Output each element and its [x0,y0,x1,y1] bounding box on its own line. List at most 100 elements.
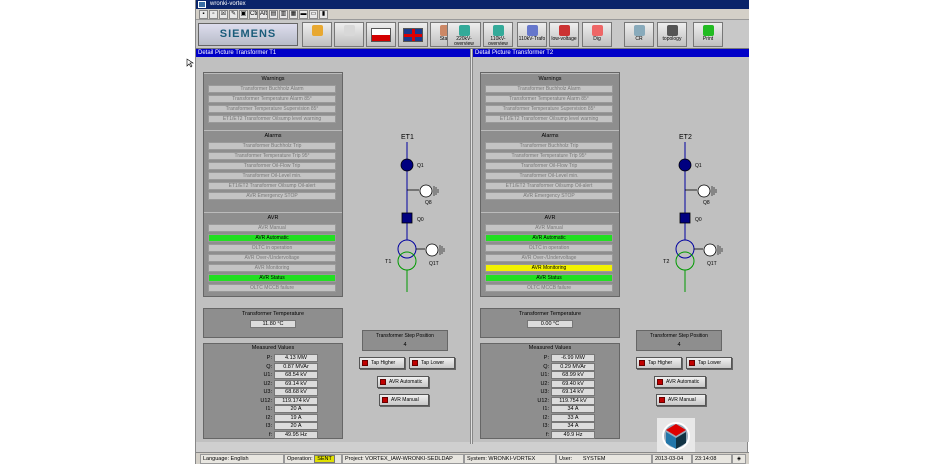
section-title-alarms: Alarms [264,133,282,139]
quick-tool-4[interactable]: ▣ [239,10,248,19]
alarms-indicator: Transformer Oil-Flow Trip [485,162,613,170]
section-separator [204,212,342,213]
toolbar-button-print-12[interactable]: Print [693,22,723,47]
toolbar-button-cr-10[interactable]: CR [624,22,654,47]
section-title-avr: AVR [267,215,279,221]
measured-label: U2: [540,380,549,387]
q1-label: Q1 [695,163,702,169]
earth-switch-q8-icon[interactable] [419,184,433,198]
toolbar-button-transformer-7[interactable]: 110kV-Trafo [517,22,547,47]
breaker-q1-icon[interactable] [678,158,692,172]
temperature-title: Transformer Temperature [241,311,305,317]
measured-value: 0.87 MVAr [274,362,318,371]
toolbar-button-topology-11[interactable]: topology [657,22,687,47]
avr-automatic-button[interactable]: AVR Automatic [654,376,706,388]
quick-tool-10[interactable]: ▬ [299,10,308,19]
alarms-indicator: Transformer Temperature Trip 95° [485,152,613,160]
measured-label: Q: [543,363,549,370]
toolbar-button-flag-uk-3[interactable] [398,22,428,47]
tap-lower-icon [689,360,695,366]
toolbar-label: 220kV-overview [454,36,474,47]
measured-value: 33 A [551,413,595,422]
quick-tool-0[interactable]: ▪ [199,10,208,19]
avr-automatic-icon [380,379,386,385]
quick-tool-11[interactable]: ▭ [309,10,318,19]
window-title: wronki-vortex [210,1,246,7]
avr-automatic-button[interactable]: AVR Automatic [377,376,429,388]
avr-indicator: AVR Status [485,274,613,282]
transformer-secondary-icon [675,251,695,271]
q0-label: Q0 [417,217,424,223]
toolbar-button-globe-5[interactable]: 220kV-overview [447,22,481,47]
quick-tool-5[interactable]: Ctrl [249,10,258,19]
panel-title-t2: Detail Picture Transformer T2 [473,49,749,57]
quick-tool-9[interactable]: ▦ [289,10,298,19]
quick-tool-1[interactable]: ▫ [209,10,218,19]
avr-automatic-label: AVR Automatic [666,379,700,385]
avr-manual-button[interactable]: AVR Manual [656,394,706,406]
status-project: Project: VORTEX_IAW-WRONKI-SEDLDAP [342,454,464,464]
tap-higher-icon [362,360,368,366]
network-status-icon[interactable]: ◈ [732,454,746,464]
toolbar-label: Print [702,36,714,42]
quick-tool-8[interactable]: ▥ [279,10,288,19]
avr-manual-icon [659,397,665,403]
avr-manual-button[interactable]: AVR Manual [379,394,429,406]
toolbar-button-document-9[interactable]: Dig [582,22,612,47]
key2-icon [343,25,355,36]
temperature-box: Transformer Temperature 0.00 °C [480,308,620,338]
toolbar-button-lowvoltage-8[interactable]: low-voltage [549,22,579,47]
toolbar-button-globe-6[interactable]: 110kV-overview [483,22,513,47]
disconnector-q0-icon[interactable] [679,212,691,224]
toolbar-label: 110kV-Trafo [518,36,546,42]
transformer-primary-icon [397,239,417,259]
toolbar-button-key-0[interactable] [302,22,332,47]
status-date: 2013-03-04 [652,454,692,464]
earth-switch-q1t-icon[interactable] [425,243,439,257]
earth-switch-q8-icon[interactable] [697,184,711,198]
tap-higher-button[interactable]: Tap Higher [636,357,682,369]
temperature-title: Transformer Temperature [518,311,582,317]
toolbar-button-flag-pl-2[interactable] [366,22,396,47]
measured-label: Q: [266,363,272,370]
avr-indicator: AVR Monitoring [485,264,613,272]
ground-icon [711,186,717,196]
quick-tool-7[interactable]: ▤ [269,10,278,19]
q1-label: Q1 [417,163,424,169]
measured-label: I2: [265,414,272,421]
globe-icon [458,25,470,36]
warnings-indicator: ET1/ET2 Transformer Oilsump level warnin… [485,115,613,123]
tap-position-value: 4 [677,342,681,348]
quick-tool-3[interactable]: ✎ [229,10,238,19]
avr-manual-icon [382,397,388,403]
mouse-cursor-icon [186,58,194,68]
toolbar-label: low-voltage [551,36,577,42]
temperature-value: 11.80 °C [250,320,296,328]
globe-icon [492,25,504,36]
earth-switch-q1t-icon[interactable] [703,243,717,257]
tap-lower-button[interactable]: Tap Lower [686,357,732,369]
section-separator [481,73,619,74]
tap-higher-button[interactable]: Tap Higher [359,357,405,369]
key-icon [311,25,323,36]
flag-pl-icon [371,28,391,42]
quick-tool-6[interactable]: Alt [259,10,268,19]
disconnector-q0-icon[interactable] [401,212,413,224]
section-separator [204,130,342,131]
avr-manual-label: AVR Manual [391,397,419,403]
breaker-q1-icon[interactable] [400,158,414,172]
status-user-label: User: [559,456,573,462]
measured-value: 69.14 kV [551,388,595,396]
tap-lower-button[interactable]: Tap Lower [409,357,455,369]
toolbar-button-key2-1[interactable] [334,22,364,47]
quick-tool-2[interactable]: ☒ [219,10,228,19]
quick-tool-12[interactable]: ▮ [319,10,328,19]
toolbar-label: CR [635,36,643,42]
warnings-indicator: Transformer Temperature Supervision 85° [208,105,336,113]
measured-label: U1: [263,372,272,378]
measured-value: 4.13 MW [274,354,318,362]
q8-label: Q8 [425,200,432,206]
transformer-secondary-icon [397,251,417,271]
measured-value: 68.68 kV [274,388,318,396]
q0-label: Q0 [695,217,702,223]
